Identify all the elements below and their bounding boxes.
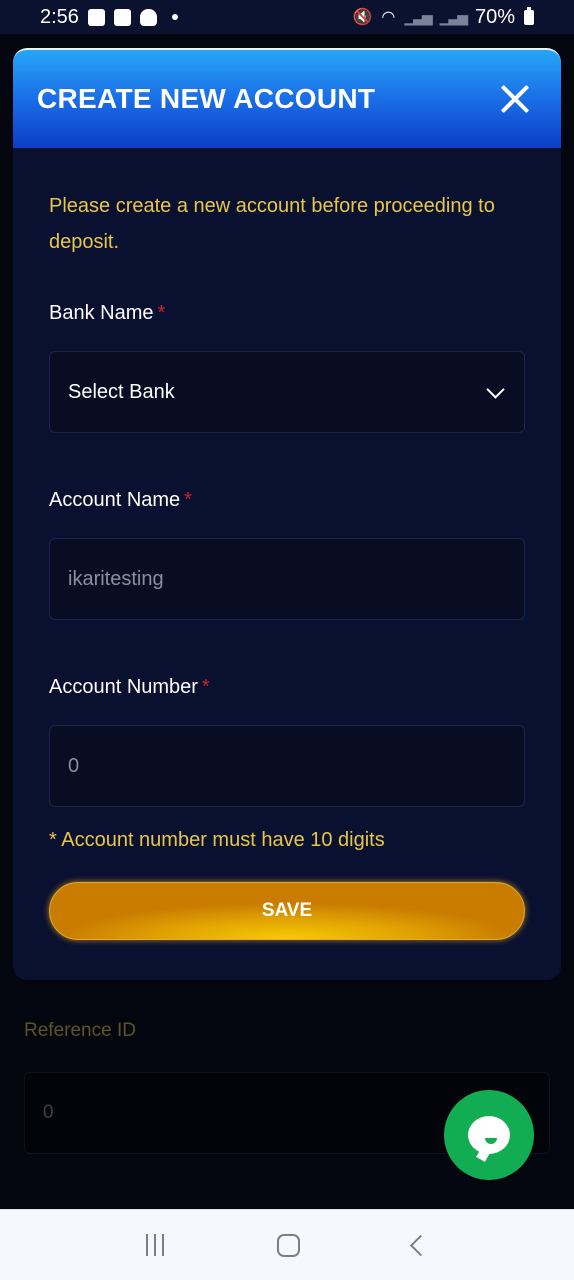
dot-icon (171, 14, 178, 20)
battery-icon (524, 6, 534, 25)
status-bar: 2:56 🔇 ◠ ▁▃▅ ▁▃▅ 70% (0, 0, 574, 34)
status-right: 🔇 ◠ ▁▃▅ ▁▃▅ 70% (352, 6, 534, 29)
back-icon[interactable] (409, 1234, 431, 1256)
account-number-label: Account Number * (49, 676, 525, 699)
status-left: 2:56 (40, 6, 178, 29)
account-number-value: 0 (68, 754, 80, 777)
account-name-input[interactable]: ikaritesting (49, 538, 525, 620)
gallery-icon (87, 8, 105, 26)
required-marker: * (184, 489, 192, 511)
wifi-icon: ◠ (381, 9, 396, 26)
navigation-bar (0, 1209, 574, 1280)
save-button[interactable]: SAVE (49, 882, 525, 940)
account-number-input[interactable]: 0 (49, 725, 525, 807)
account-number-label-text: Account Number (49, 676, 198, 698)
recent-apps-icon[interactable] (146, 1234, 165, 1256)
notice-text: Please create a new account before proce… (49, 195, 495, 253)
account-name-label: Account Name * (49, 489, 525, 512)
modal-title: CREATE NEW ACCOUNT (37, 83, 376, 114)
chevron-down-icon (486, 379, 505, 399)
bank-name-label-text: Bank Name (49, 302, 154, 324)
reference-id-label: Reference ID (24, 1020, 136, 1041)
signal-icon-2: ▁▃▅ (439, 8, 468, 25)
required-marker: * (201, 676, 210, 698)
close-icon[interactable] (499, 83, 531, 115)
modal-header: CREATE NEW ACCOUNT (13, 48, 561, 148)
smile-icon (485, 1138, 497, 1144)
create-account-modal: CREATE NEW ACCOUNT Please create a new a… (13, 48, 561, 980)
home-icon[interactable] (276, 1233, 300, 1257)
bank-name-label: Bank Name * (49, 302, 525, 325)
ghost-icon (139, 8, 157, 26)
modal-body: Please create a new account before proce… (13, 188, 561, 940)
bank-select[interactable]: Select Bank (49, 351, 525, 433)
chat-bubble-icon (468, 1116, 510, 1154)
reference-id-value: 0 (43, 1102, 54, 1123)
mute-icon: 🔇 (352, 9, 373, 26)
battery-percent: 70% (474, 5, 515, 28)
chat-button[interactable] (444, 1090, 534, 1180)
bank-select-value: Select Bank (68, 380, 175, 403)
account-name-label-text: Account Name (49, 489, 181, 511)
account-name-value: ikaritesting (68, 567, 164, 590)
status-time: 2:56 (40, 5, 79, 28)
account-number-hint: * Account number must have 10 digits (49, 829, 385, 851)
signal-icon: ▁▃▅ (404, 8, 432, 25)
screen: 2:56 🔇 ◠ ▁▃▅ ▁▃▅ 70% Reference ID 0 CREA… (0, 0, 574, 1280)
checkbox-icon (113, 8, 131, 26)
required-marker: * (157, 302, 166, 324)
